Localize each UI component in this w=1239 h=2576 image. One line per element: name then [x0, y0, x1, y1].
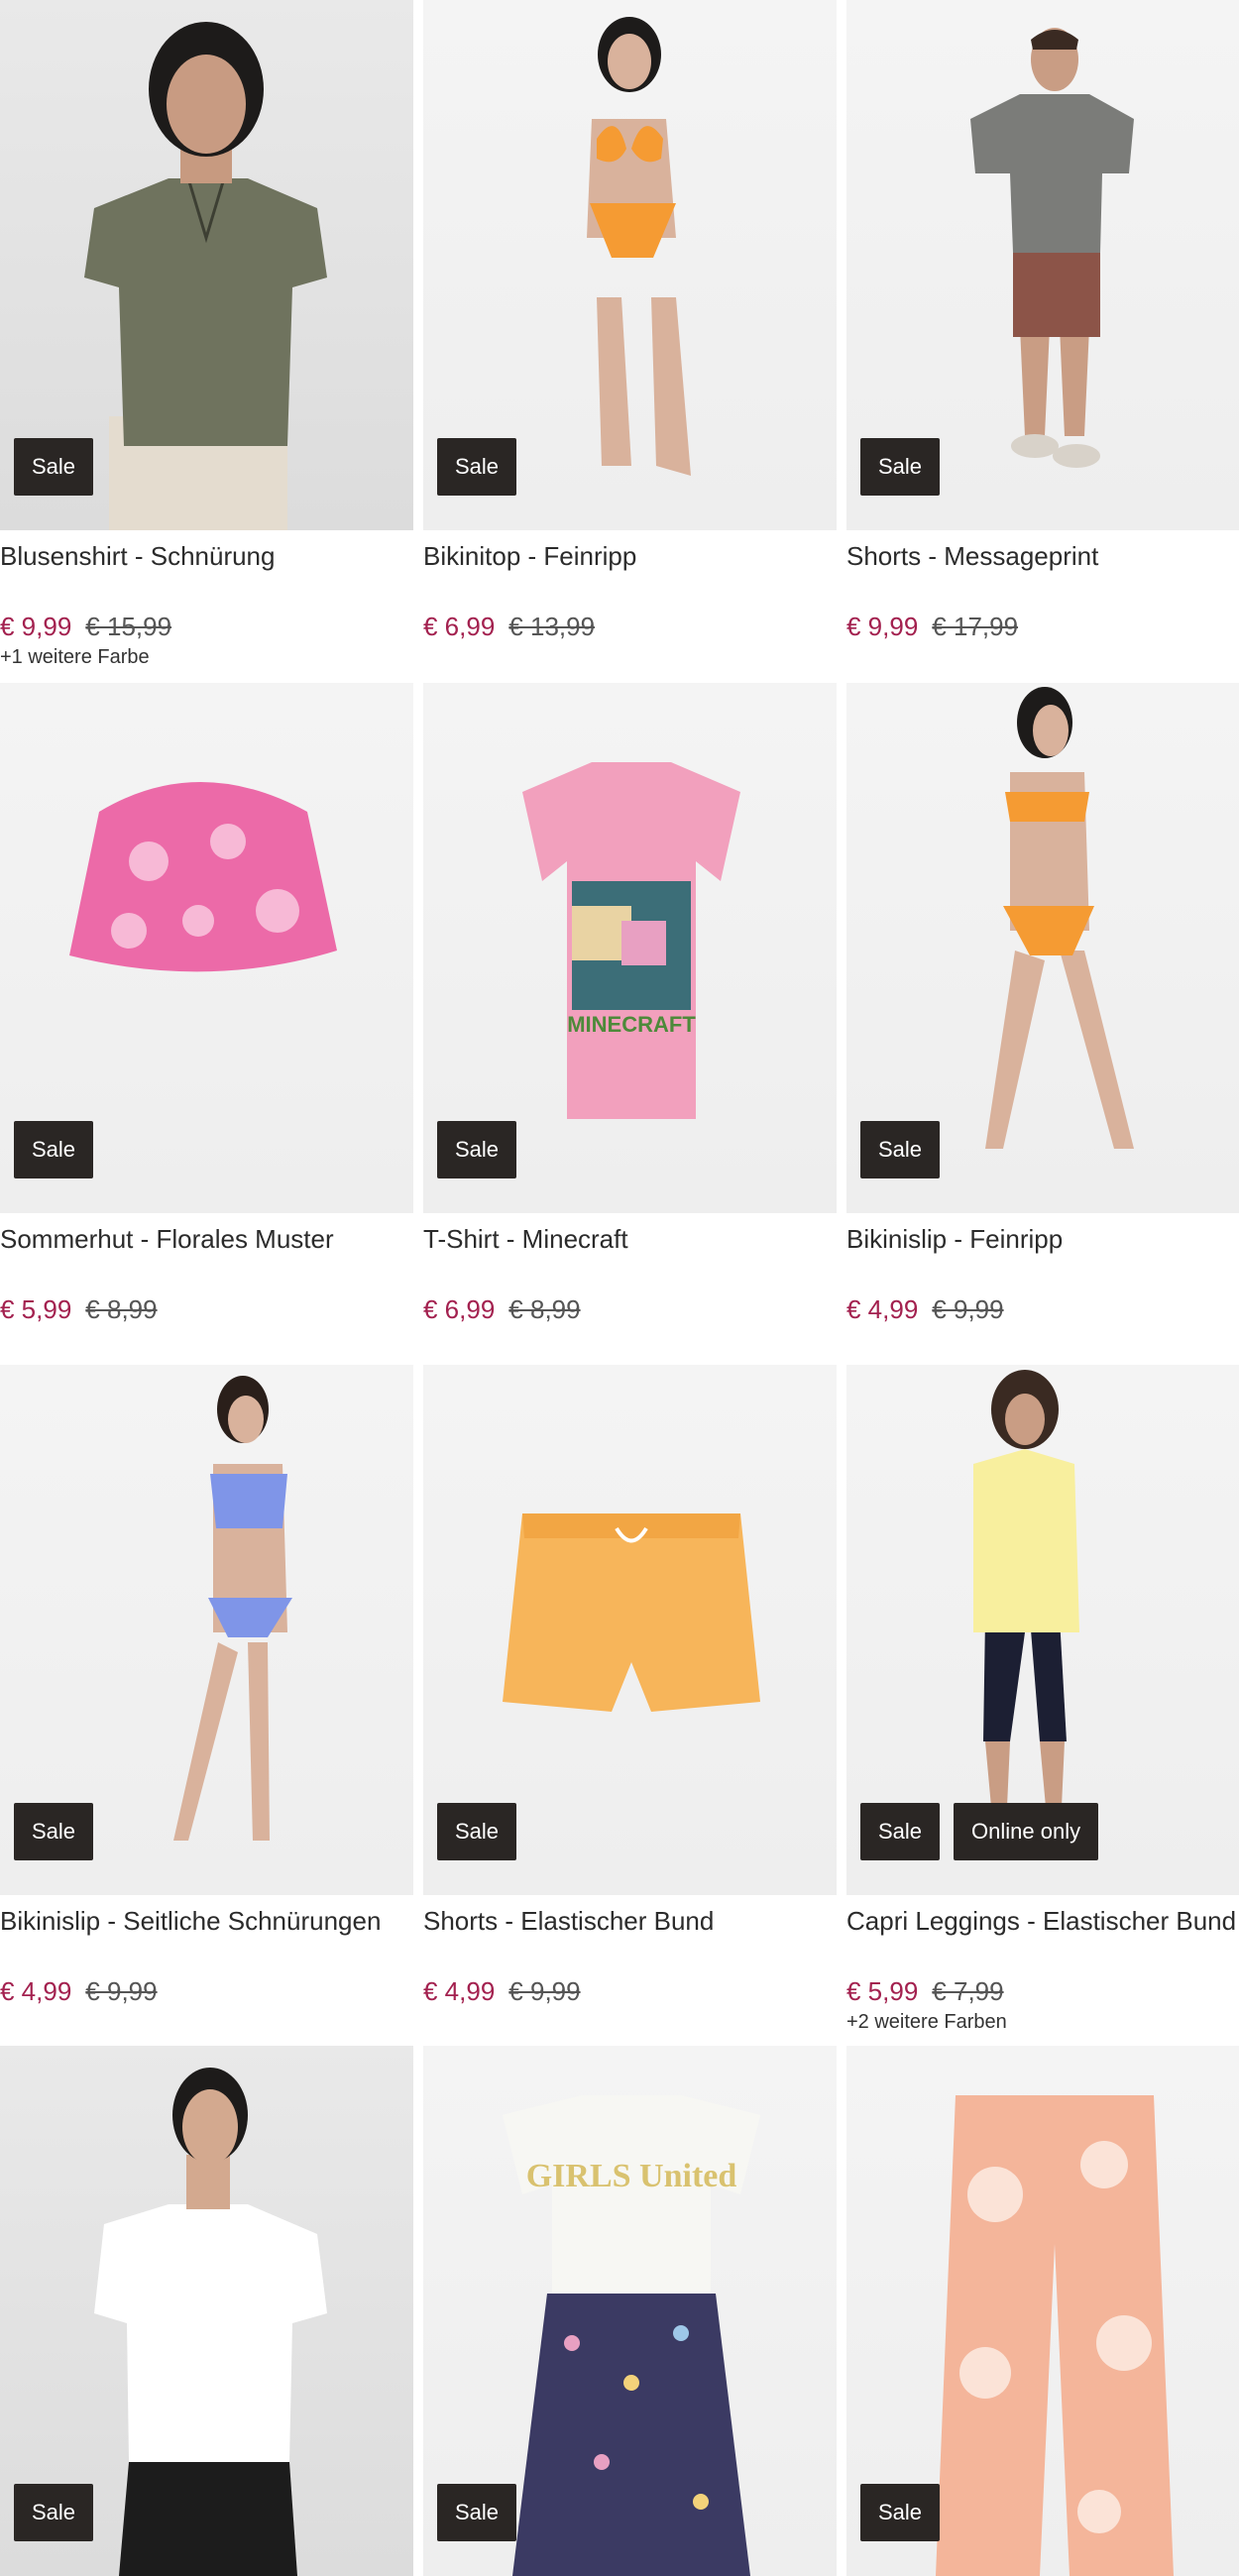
- product-title[interactable]: Shorts - Elastischer Bund: [423, 1905, 837, 1937]
- sale-price: € 9,99: [0, 612, 72, 641]
- sale-badge: Sale: [437, 1803, 517, 1860]
- sale-price: € 6,99: [423, 1294, 496, 1324]
- product-title[interactable]: Capri Leggings - Elastischer Bund: [846, 1905, 1239, 1937]
- sale-price: € 4,99: [846, 1294, 919, 1324]
- original-price: € 13,99: [508, 612, 596, 641]
- original-price: € 7,99: [932, 1976, 1004, 2006]
- product-grid: Sale Blusenshirt - Schnürung € 9,99 € 15,…: [0, 0, 1239, 2576]
- product-card[interactable]: GIRLS United Sale: [423, 2046, 837, 2576]
- product-image[interactable]: Sale: [846, 0, 1239, 530]
- sale-badge: Sale: [860, 1803, 941, 1860]
- product-image[interactable]: Sale: [0, 2046, 413, 2576]
- price-row: € 6,99 € 13,99: [423, 611, 837, 642]
- product-image[interactable]: GIRLS United Sale: [423, 2046, 837, 2576]
- badge-group: Sale: [437, 1803, 517, 1860]
- sale-badge: Sale: [860, 2484, 941, 2541]
- original-price: € 9,99: [508, 1976, 581, 2006]
- product-card[interactable]: Sale Sommerhut - Florales Muster € 5,99 €…: [0, 683, 413, 1325]
- badge-group: Sale Online only: [860, 1803, 1099, 1860]
- price-row: € 4,99 € 9,99: [423, 1975, 837, 2007]
- product-title[interactable]: Bikinitop - Feinripp: [423, 540, 837, 572]
- product-image[interactable]: Sale: [423, 1365, 837, 1895]
- product-card[interactable]: Sale Shorts - Elastischer Bund € 4,99 € 9…: [423, 1365, 837, 2007]
- badge-group: Sale: [860, 1121, 941, 1178]
- price-row: € 4,99 € 9,99: [0, 1975, 413, 2007]
- original-price: € 17,99: [932, 612, 1019, 641]
- product-card[interactable]: Sale: [0, 2046, 413, 2576]
- shirt-print-text: MINECRAFT: [567, 1012, 696, 1037]
- sale-badge: Sale: [860, 438, 941, 496]
- product-image[interactable]: Sale Online only: [846, 1365, 1239, 1895]
- original-price: € 8,99: [508, 1294, 581, 1324]
- product-title[interactable]: Bikinislip - Seitliche Schnürungen: [0, 1905, 413, 1937]
- sale-price: € 9,99: [846, 612, 919, 641]
- badge-group: Sale: [860, 438, 941, 496]
- product-title[interactable]: Bikinislip - Feinripp: [846, 1223, 1239, 1255]
- sale-badge: Sale: [14, 2484, 94, 2541]
- more-colors-link[interactable]: +1 weitere Farbe: [0, 646, 413, 669]
- shirt-print-text: GIRLS United: [526, 2158, 737, 2194]
- product-image[interactable]: MINECRAFT Sale: [423, 683, 837, 1213]
- online-only-badge: Online only: [954, 1803, 1099, 1860]
- original-price: € 8,99: [85, 1294, 158, 1324]
- product-card[interactable]: Sale Bikinitop - Feinripp € 6,99 € 13,99: [423, 0, 837, 642]
- sale-badge: Sale: [14, 1121, 94, 1178]
- badge-group: Sale: [14, 1121, 94, 1178]
- badge-group: Sale: [14, 438, 94, 496]
- product-card[interactable]: MINECRAFT Sale T-Shirt - Minecraft € 6,9…: [423, 683, 837, 1325]
- original-price: € 15,99: [85, 612, 172, 641]
- price-row: € 6,99 € 8,99: [423, 1293, 837, 1325]
- price-row: € 9,99 € 17,99: [846, 611, 1239, 642]
- sale-price: € 4,99: [423, 1976, 496, 2006]
- sale-price: € 5,99: [0, 1294, 72, 1324]
- product-image[interactable]: Sale: [0, 0, 413, 530]
- product-title[interactable]: T-Shirt - Minecraft: [423, 1223, 837, 1255]
- sale-badge: Sale: [437, 1121, 517, 1178]
- price-row: € 9,99 € 15,99: [0, 611, 413, 642]
- sale-badge: Sale: [437, 438, 517, 496]
- price-row: € 5,99 € 7,99: [846, 1975, 1239, 2007]
- product-card[interactable]: Sale Bikinislip - Feinripp € 4,99 € 9,99: [846, 683, 1239, 1325]
- badge-group: Sale: [860, 2484, 941, 2541]
- badge-group: Sale: [14, 2484, 94, 2541]
- product-card[interactable]: Sale Blusenshirt - Schnürung € 9,99 € 15,…: [0, 0, 413, 669]
- sale-badge: Sale: [860, 1121, 941, 1178]
- price-row: € 4,99 € 9,99: [846, 1293, 1239, 1325]
- sale-price: € 5,99: [846, 1976, 919, 2006]
- more-colors-link[interactable]: +2 weitere Farben: [846, 2011, 1239, 2034]
- badge-group: Sale: [14, 1803, 94, 1860]
- original-price: € 9,99: [85, 1976, 158, 2006]
- product-title[interactable]: Shorts - Messageprint: [846, 540, 1239, 572]
- product-image[interactable]: Sale: [0, 683, 413, 1213]
- product-image[interactable]: Sale: [846, 2046, 1239, 2576]
- badge-group: Sale: [437, 1121, 517, 1178]
- product-card[interactable]: Sale Shorts - Messageprint € 9,99 € 17,99: [846, 0, 1239, 642]
- sale-price: € 6,99: [423, 612, 496, 641]
- product-card[interactable]: Sale Bikinislip - Seitliche Schnürungen …: [0, 1365, 413, 2007]
- original-price: € 9,99: [932, 1294, 1004, 1324]
- sale-badge: Sale: [14, 1803, 94, 1860]
- product-title[interactable]: Blusenshirt - Schnürung: [0, 540, 413, 572]
- product-title[interactable]: Sommerhut - Florales Muster: [0, 1223, 413, 1255]
- sale-price: € 4,99: [0, 1976, 72, 2006]
- product-card[interactable]: Sale Online only Capri Leggings - Elasti…: [846, 1365, 1239, 2034]
- product-image[interactable]: Sale: [423, 0, 837, 530]
- product-card[interactable]: Sale: [846, 2046, 1239, 2576]
- badge-group: Sale: [437, 2484, 517, 2541]
- product-image[interactable]: Sale: [846, 683, 1239, 1213]
- badge-group: Sale: [437, 438, 517, 496]
- sale-badge: Sale: [14, 438, 94, 496]
- price-row: € 5,99 € 8,99: [0, 1293, 413, 1325]
- product-image[interactable]: Sale: [0, 1365, 413, 1895]
- sale-badge: Sale: [437, 2484, 517, 2541]
